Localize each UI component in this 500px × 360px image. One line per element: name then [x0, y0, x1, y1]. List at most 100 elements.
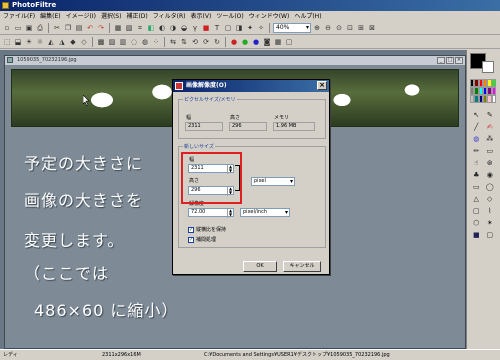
menu-adjust[interactable]: 補正(D) — [126, 11, 147, 22]
fit-window-icon[interactable]: ⊡ — [345, 23, 355, 33]
red-filter-icon[interactable]: ● — [229, 37, 239, 47]
gamma-icon[interactable]: γ — [190, 23, 200, 33]
redo-icon[interactable]: ↷ — [96, 23, 106, 33]
eraser-tool-icon[interactable]: ▭ — [484, 146, 497, 157]
menu-filter[interactable]: フィルタ(R) — [153, 11, 186, 22]
resolution-spinner[interactable]: ▲ ▼ — [227, 209, 233, 218]
palette-color[interactable] — [491, 79, 496, 87]
menu-select[interactable]: 選択(S) — [101, 11, 122, 22]
minimize-icon[interactable]: _ — [437, 57, 445, 64]
full-screen-icon[interactable]: ⊞ — [356, 23, 366, 33]
copy-icon[interactable]: ❐ — [63, 23, 73, 33]
pointer-tool-icon[interactable]: ↖ — [470, 110, 483, 121]
save-icon[interactable]: ▣ — [24, 23, 34, 33]
menu-tools[interactable]: ツール(O) — [216, 11, 243, 22]
canvas-size-icon[interactable]: ▧ — [124, 23, 134, 33]
resolution-unit-select[interactable]: pixel/inch — [240, 208, 290, 217]
grayscale-icon[interactable]: ▩ — [96, 37, 106, 47]
saturation-icon[interactable]: ◒ — [179, 23, 189, 33]
select-all-icon[interactable]: ⬚ — [2, 37, 12, 47]
smudge-tool-icon[interactable]: ☝ — [470, 158, 483, 169]
pencil-tool-icon[interactable]: ✏ — [470, 146, 483, 157]
noise-icon[interactable]: ⁘ — [151, 37, 161, 47]
rgb-icon[interactable]: ■ — [201, 23, 211, 33]
stroke-selection-icon[interactable]: ▢ — [484, 230, 497, 241]
flip-vertical-icon[interactable]: ⇅ — [179, 37, 189, 47]
contrast-down-icon[interactable]: ◮ — [57, 37, 67, 47]
text-icon[interactable]: T — [212, 23, 222, 33]
contrast-icon[interactable]: ◑ — [168, 23, 178, 33]
rect-select-icon[interactable]: ▭ — [470, 182, 483, 193]
rotate-right-icon[interactable]: ⟳ — [201, 37, 211, 47]
border-icon[interactable]: ▢ — [284, 37, 294, 47]
menu-help[interactable]: ヘルプ(H) — [294, 11, 321, 22]
print-icon[interactable]: ⎙ — [35, 23, 45, 33]
brush-tool-icon[interactable]: ✍ — [484, 122, 497, 133]
filter-icon[interactable]: ✧ — [256, 23, 266, 33]
resolution-input[interactable]: 72.00 ▲ ▼ — [188, 208, 234, 218]
stamp-tool-icon[interactable]: ♣ — [470, 170, 483, 181]
menu-image[interactable]: イメージ(I) — [66, 11, 96, 22]
menu-window[interactable]: ウィンドウ(W) — [249, 11, 290, 22]
rotate-180-icon[interactable]: ↻ — [212, 37, 222, 47]
interpolation-checkbox[interactable]: ✓ 補間処理 — [188, 236, 216, 243]
keep-ratio-checkbox[interactable]: ✓ 縦横比を保持 — [188, 226, 226, 233]
sharpen-icon[interactable]: ◍ — [140, 37, 150, 47]
grid-icon[interactable]: ⊠ — [367, 23, 377, 33]
document-title-bar[interactable]: 1059035_70232196.jpg _ □ × — [5, 56, 465, 65]
contrast-up-icon[interactable]: ◭ — [46, 37, 56, 47]
dialog-title-bar[interactable]: 画像解像度(O) × — [173, 80, 329, 92]
diamond-select-icon[interactable]: ◇ — [484, 194, 497, 205]
color-icon[interactable]: ◧ — [146, 23, 156, 33]
new-file-icon[interactable]: ▫ — [2, 23, 12, 33]
palette-color[interactable] — [491, 87, 496, 95]
menu-edit[interactable]: 編集(E) — [40, 11, 60, 22]
lasso-select-icon[interactable]: ⌇ — [484, 206, 497, 217]
blur-icon[interactable]: ◌ — [129, 37, 139, 47]
saturation-up-icon[interactable]: ◆ — [68, 37, 78, 47]
fill-tool-icon[interactable]: ◍ — [470, 134, 483, 145]
close-icon[interactable]: × — [455, 57, 463, 64]
clone-tool-icon[interactable]: ⊛ — [484, 158, 497, 169]
spray-tool-icon[interactable]: ⁂ — [484, 134, 497, 145]
image-size-icon[interactable]: ▦ — [113, 23, 123, 33]
size-unit-select[interactable]: pixel — [251, 177, 295, 186]
undo-icon[interactable]: ↶ — [85, 23, 95, 33]
actual-size-icon[interactable]: ⊙ — [334, 23, 344, 33]
cut-icon[interactable]: ✂ — [52, 23, 62, 33]
sepia-icon[interactable]: ▨ — [107, 37, 117, 47]
saturation-down-icon[interactable]: ◇ — [79, 37, 89, 47]
palette-color[interactable] — [491, 95, 496, 103]
menu-file[interactable]: ファイル(F) — [3, 11, 35, 22]
crop-icon[interactable]: ⌗ — [135, 23, 145, 33]
mosaic-icon[interactable]: ▦ — [273, 37, 283, 47]
paste-icon[interactable]: ▤ — [74, 23, 84, 33]
zoom-out-icon[interactable]: ⊖ — [323, 23, 333, 33]
ok-button[interactable]: OK — [243, 261, 277, 272]
picker-tool-icon[interactable]: ✎ — [484, 110, 497, 121]
dialog-close-icon[interactable]: × — [317, 81, 327, 90]
fill-selection-icon[interactable]: ■ — [470, 230, 483, 241]
maximize-icon[interactable]: □ — [446, 57, 454, 64]
brightness-up-icon[interactable]: ☀ — [24, 37, 34, 47]
brightness-down-icon[interactable]: ☼ — [35, 37, 45, 47]
mask-icon[interactable]: ◨ — [234, 23, 244, 33]
brightness-icon[interactable]: ◐ — [157, 23, 167, 33]
menu-view[interactable]: 表示(V) — [191, 11, 212, 22]
line-tool-icon[interactable]: ╱ — [470, 122, 483, 133]
blur-tool-icon[interactable]: ◉ — [484, 170, 497, 181]
rounded-select-icon[interactable]: ▢ — [470, 206, 483, 217]
zoom-in-icon[interactable]: ⊕ — [312, 23, 322, 33]
wand-icon[interactable]: ✦ — [245, 23, 255, 33]
invert-icon[interactable]: ⬓ — [13, 37, 23, 47]
cancel-button[interactable]: キャンセル — [283, 261, 321, 272]
background-color-swatch[interactable] — [482, 61, 494, 73]
custom-select-icon[interactable]: ✶ — [484, 218, 497, 229]
green-filter-icon[interactable]: ● — [240, 37, 250, 47]
negative-icon[interactable]: ▥ — [118, 37, 128, 47]
frame-icon[interactable]: ▢ — [223, 23, 233, 33]
ellipse-select-icon[interactable]: ◯ — [484, 182, 497, 193]
triangle-select-icon[interactable]: △ — [470, 194, 483, 205]
polygon-select-icon[interactable]: ⬡ — [470, 218, 483, 229]
zoom-select[interactable]: 40% — [273, 23, 311, 33]
